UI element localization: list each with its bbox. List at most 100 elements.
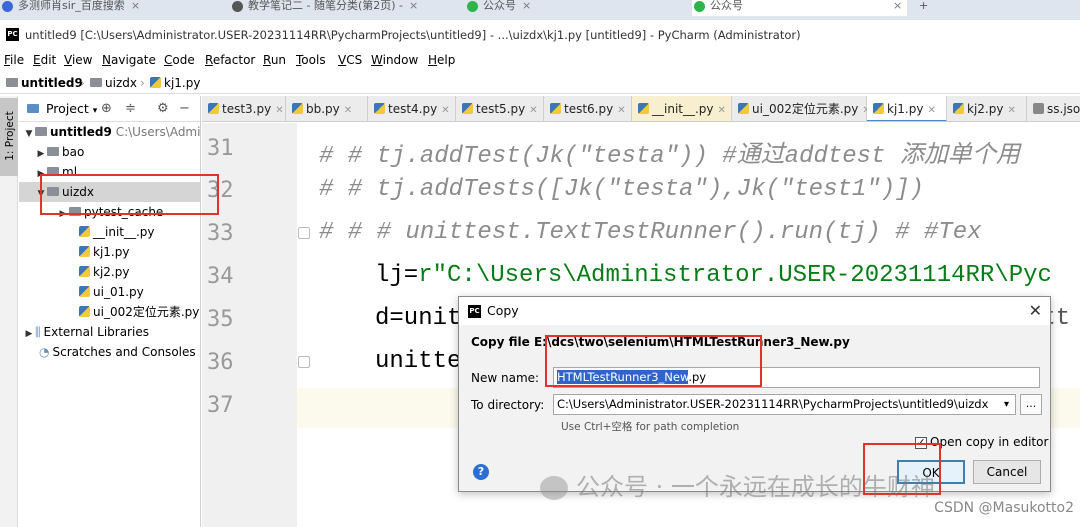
editor-tab-bar: test3.py ✕ bb.py ✕ test4.py ✕ test5.py ✕ tes… [202, 96, 1080, 122]
code-line-36: unitte [375, 348, 462, 375]
menu-window[interactable]: Window [371, 50, 418, 70]
code-string: r"C:\Users\Administrator.USER-20231114RR… [418, 262, 1052, 289]
menu-tools[interactable]: Tools [296, 50, 326, 70]
python-file-icon [79, 246, 90, 257]
editor-tab-ui002[interactable]: ui_002定位元素.py✕ [732, 96, 871, 121]
dialog-title: Copy [487, 303, 519, 318]
close-icon[interactable]: ✕ [529, 105, 537, 116]
breadcrumb: untitled9 › uizdx › kj1.py [0, 72, 1080, 94]
new-tab-button[interactable]: + [915, 0, 928, 16]
close-icon[interactable]: × [522, 0, 531, 12]
code-line-31: # # tj.addTest(Jk("testa")) #通过addtest 添… [319, 143, 1020, 170]
code-token: lj= [375, 262, 419, 289]
menu-run[interactable]: Run [263, 50, 286, 70]
menu-refactor[interactable]: Refactor [205, 50, 255, 70]
hide-icon[interactable]: − [179, 96, 190, 122]
breadcrumb-item-project[interactable]: untitled9 [6, 72, 83, 94]
browser-tab-3[interactable]: 公众号 × [465, 0, 531, 16]
editor-tab-label: bb.py [306, 102, 340, 116]
breadcrumb-item-file[interactable]: kj1.py [150, 72, 200, 94]
close-icon[interactable]: ✕ [1007, 105, 1015, 116]
tree-item-untitled9[interactable]: ▼ untitled9 C:\Users\Admin [19, 122, 200, 142]
collapse-icon[interactable]: ≑ [125, 96, 136, 122]
python-file-icon [550, 103, 561, 114]
menu-file[interactable]: File [4, 50, 24, 70]
close-icon[interactable]: ✕ [441, 105, 449, 116]
editor-tab-test4[interactable]: test4.py ✕ [368, 96, 456, 121]
python-file-icon [638, 103, 649, 114]
menu-vcs[interactable]: VCS [338, 50, 362, 70]
close-icon[interactable]: ✕ [617, 105, 625, 116]
menu-code[interactable]: Code [164, 50, 195, 70]
tree-item-label: Scratches and Consoles [52, 345, 196, 359]
editor-tab-init[interactable]: __init__.py ✕ [632, 96, 732, 121]
gear-icon[interactable]: ⚙ [157, 96, 169, 122]
close-icon[interactable]: ✕ [1029, 297, 1042, 325]
menu-navigate[interactable]: Navigate [102, 50, 156, 70]
csdn-watermark: CSDN @Masukotto2 [934, 500, 1074, 516]
menu-help[interactable]: Help [428, 50, 455, 70]
tree-item-label: untitled9 [50, 125, 112, 139]
close-icon[interactable]: ✕ [344, 105, 352, 116]
plus-icon: + [919, 0, 929, 12]
line-number: 34 [207, 264, 234, 289]
python-file-icon [292, 103, 303, 114]
close-icon[interactable]: ✕ [927, 105, 935, 116]
pycharm-logo-icon: PC [468, 305, 481, 318]
menu-edit[interactable]: Edit [33, 50, 56, 70]
window-title: untitled9 [C:\Users\Administrator.USER-2… [25, 28, 801, 42]
chevron-right-icon: › [80, 76, 85, 90]
editor-tab-ss[interactable]: ss.jso [1027, 96, 1080, 121]
wechat-icon [694, 1, 705, 12]
editor-tab-bb[interactable]: bb.py ✕ [286, 96, 368, 121]
close-icon[interactable]: ✕ [718, 105, 726, 116]
tree-item-init[interactable]: __init__.py [19, 222, 200, 242]
tree-item-ui002[interactable]: ui_002定位元素.py [19, 302, 200, 322]
chevron-down-icon[interactable]: ▾ [93, 106, 98, 116]
line-number: 31 [207, 136, 234, 161]
close-icon[interactable]: × [893, 0, 902, 12]
folder-icon [47, 147, 59, 156]
fold-icon[interactable] [298, 227, 310, 239]
browser-tab-label: 教学笔记二 - 随笔分类(第2页) - [248, 0, 404, 12]
json-file-icon [1033, 103, 1044, 114]
chevron-down-icon: ▼ [25, 129, 33, 139]
tree-item-kj1[interactable]: kj1.py [19, 242, 200, 262]
editor-tab-test5[interactable]: test5.py ✕ [456, 96, 544, 121]
project-panel-title[interactable]: Project [46, 101, 89, 116]
breadcrumb-item-folder[interactable]: uizdx [90, 72, 137, 94]
editor-tab-kj2[interactable]: kj2.py ✕ [947, 96, 1027, 121]
folder-icon [90, 78, 102, 87]
open-copy-label[interactable]: Open copy in editor [930, 435, 1048, 449]
editor-tab-label: test3.py [222, 102, 272, 116]
browser-tab-4[interactable]: 公众号 × [692, 0, 907, 16]
browser-tab-2[interactable]: 教学笔记二 - 随笔分类(第2页) - × [230, 0, 418, 16]
editor-tab-label: kj2.py [967, 102, 1004, 116]
python-file-icon [79, 266, 90, 277]
menu-view[interactable]: View [64, 50, 92, 70]
copy-dialog: PC Copy ✕ Copy file E:\dcs\two\selenium\… [458, 296, 1051, 492]
cancel-button[interactable]: Cancel [973, 460, 1041, 484]
fold-icon[interactable] [298, 356, 310, 368]
editor-tab-test6[interactable]: test6.py ✕ [544, 96, 632, 121]
locate-icon[interactable]: ⊕ [101, 96, 112, 122]
editor-tab-kj1[interactable]: kj1.py ✕ [867, 96, 947, 121]
tree-item-ui01[interactable]: ui_01.py [19, 282, 200, 302]
folder-icon [35, 127, 47, 136]
browse-button[interactable]: ... [1020, 394, 1042, 415]
close-icon[interactable]: ✕ [275, 105, 283, 116]
tree-item-kj2[interactable]: kj2.py [19, 262, 200, 282]
tree-item-external-libraries[interactable]: ▶ ⫼ External Libraries [19, 322, 200, 342]
close-icon[interactable]: × [409, 0, 418, 12]
help-icon[interactable]: ? [473, 464, 489, 480]
editor-tab-label: ui_002定位元素.py [752, 102, 859, 116]
editor-tab-test3[interactable]: test3.py ✕ [202, 96, 286, 121]
close-icon[interactable]: × [131, 0, 140, 12]
window-titlebar: PC untitled9 [C:\Users\Administrator.USE… [0, 24, 1080, 46]
browser-tab-1[interactable]: 多测师肖sir_百度搜索 × [0, 0, 140, 16]
project-tool-tab[interactable]: 1: Project [0, 98, 18, 176]
to-directory-select[interactable]: C:\Users\Administrator.USER-20231114RR\P… [553, 394, 1016, 415]
breadcrumb-label: uizdx [105, 76, 137, 90]
tree-item-bao[interactable]: ▶ bao [19, 142, 200, 162]
tree-item-scratches[interactable]: ◔ Scratches and Consoles [19, 342, 200, 362]
